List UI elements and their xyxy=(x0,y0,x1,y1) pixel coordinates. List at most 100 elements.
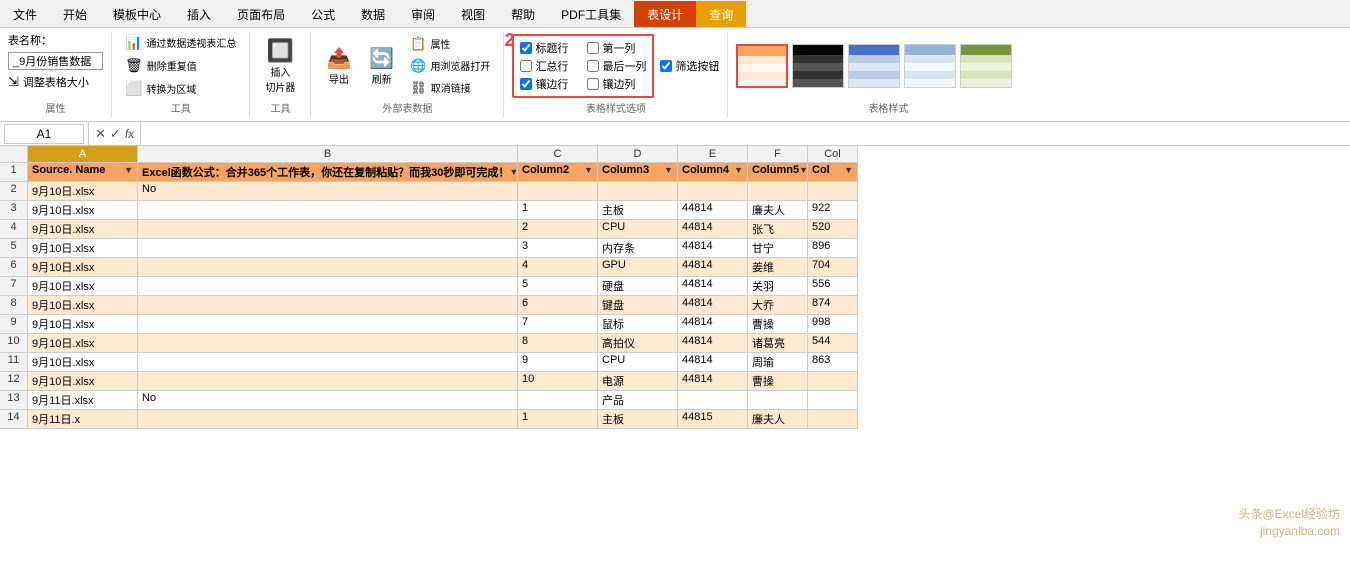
cell-G13[interactable] xyxy=(808,391,858,410)
cell-C7[interactable]: 5 xyxy=(518,277,598,296)
cell-F1[interactable]: Column5 ▼ xyxy=(748,163,808,182)
cell-B8[interactable] xyxy=(138,296,518,315)
tab-pdf[interactable]: PDF工具集 xyxy=(548,1,634,27)
filter-A1[interactable]: ▼ xyxy=(124,165,133,175)
remove-duplicates-btn[interactable]: 🗑 删除重复值 xyxy=(120,55,202,76)
cell-E13[interactable] xyxy=(678,391,748,410)
cell-D6[interactable]: GPU xyxy=(598,258,678,277)
pivot-table-btn[interactable]: 📊 通过数据透视表汇总 xyxy=(120,32,241,53)
cell-B7[interactable] xyxy=(138,277,518,296)
cell-C4[interactable]: 2 xyxy=(518,220,598,239)
cell-G1[interactable]: Col ▼ xyxy=(808,163,858,182)
cell-D1[interactable]: Column3 ▼ xyxy=(598,163,678,182)
cell-G4[interactable]: 520 xyxy=(808,220,858,239)
cancel-formula-icon[interactable]: ✕ xyxy=(95,126,106,142)
cell-G10[interactable]: 544 xyxy=(808,334,858,353)
insert-function-icon[interactable]: fx xyxy=(125,127,134,141)
row-num-5[interactable]: 5 xyxy=(0,239,28,258)
row-num-7[interactable]: 7 xyxy=(0,277,28,296)
cell-D4[interactable]: CPU xyxy=(598,220,678,239)
cell-D12[interactable]: 电源 xyxy=(598,372,678,391)
cell-D3[interactable]: 主板 xyxy=(598,201,678,220)
cell-G12[interactable] xyxy=(808,372,858,391)
row-num-14[interactable]: 14 xyxy=(0,410,28,429)
tab-query[interactable]: 查询 xyxy=(696,1,746,27)
style-swatch-green[interactable] xyxy=(960,44,1012,88)
cell-E4[interactable]: 44814 xyxy=(678,220,748,239)
cell-C2[interactable] xyxy=(518,182,598,201)
filter-G1[interactable]: ▼ xyxy=(844,165,853,175)
row-num-6[interactable]: 6 xyxy=(0,258,28,277)
style-swatch-orange[interactable] xyxy=(736,44,788,88)
first-col-checkbox[interactable] xyxy=(587,42,599,54)
row-num-8[interactable]: 8 xyxy=(0,296,28,315)
formula-input[interactable] xyxy=(141,125,1350,143)
cell-B3[interactable] xyxy=(138,201,518,220)
cell-G8[interactable]: 874 xyxy=(808,296,858,315)
col-header-B[interactable]: B xyxy=(138,146,518,163)
cell-F13[interactable] xyxy=(748,391,808,410)
cell-F14[interactable]: 廉夫人 xyxy=(748,410,808,429)
filter-E1[interactable]: ▼ xyxy=(734,165,743,175)
cell-E8[interactable]: 44814 xyxy=(678,296,748,315)
tab-formula[interactable]: 公式 xyxy=(298,1,348,27)
cell-D7[interactable]: 硬盘 xyxy=(598,277,678,296)
cell-B10[interactable] xyxy=(138,334,518,353)
tab-tabledesign[interactable]: 表设计 xyxy=(634,1,696,27)
row-num-4[interactable]: 4 xyxy=(0,220,28,239)
browser-open-btn[interactable]: 🌐 用浏览器打开 xyxy=(405,56,495,76)
cell-C10[interactable]: 8 xyxy=(518,334,598,353)
cell-G6[interactable]: 704 xyxy=(808,258,858,277)
tab-review[interactable]: 审阅 xyxy=(398,1,448,27)
cell-F8[interactable]: 大乔 xyxy=(748,296,808,315)
cell-C3[interactable]: 1 xyxy=(518,201,598,220)
cell-E12[interactable]: 44814 xyxy=(678,372,748,391)
cell-B13[interactable]: No xyxy=(138,391,518,410)
cell-A12[interactable]: 9月10日.xlsx xyxy=(28,372,138,391)
cell-G5[interactable]: 896 xyxy=(808,239,858,258)
cell-A6[interactable]: 9月10日.xlsx xyxy=(28,258,138,277)
style-swatch-dark[interactable] xyxy=(792,44,844,88)
cell-B12[interactable] xyxy=(138,372,518,391)
cell-G2[interactable] xyxy=(808,182,858,201)
cell-F12[interactable]: 曹操 xyxy=(748,372,808,391)
cell-A14[interactable]: 9月11日.x xyxy=(28,410,138,429)
col-header-G[interactable]: Col xyxy=(808,146,858,163)
banded-row-checkbox[interactable] xyxy=(520,78,532,90)
cancel-link-btn[interactable]: ⛓ 取消链接 xyxy=(405,78,495,98)
cell-F6[interactable]: 姜维 xyxy=(748,258,808,277)
col-header-F[interactable]: F xyxy=(748,146,808,163)
total-row-checkbox[interactable] xyxy=(520,60,532,72)
filter-btn-checkbox[interactable] xyxy=(660,60,672,72)
cell-F7[interactable]: 关羽 xyxy=(748,277,808,296)
tab-home[interactable]: 开始 xyxy=(50,1,100,27)
row-num-3[interactable]: 3 xyxy=(0,201,28,220)
cell-A1[interactable]: Source. Name ▼ xyxy=(28,163,138,182)
cell-F11[interactable]: 周瑜 xyxy=(748,353,808,372)
cell-A9[interactable]: 9月10日.xlsx xyxy=(28,315,138,334)
properties-btn[interactable]: 📋 属性 xyxy=(405,34,495,54)
cell-E1[interactable]: Column4 ▼ xyxy=(678,163,748,182)
tab-pagelayout[interactable]: 页面布局 xyxy=(224,1,298,27)
cell-F10[interactable]: 诸葛亮 xyxy=(748,334,808,353)
cell-B9[interactable] xyxy=(138,315,518,334)
style-swatch-blue[interactable] xyxy=(848,44,900,88)
col-header-D[interactable]: D xyxy=(598,146,678,163)
row-num-2[interactable]: 2 xyxy=(0,182,28,201)
cell-A8[interactable]: 9月10日.xlsx xyxy=(28,296,138,315)
row-num-11[interactable]: 11 xyxy=(0,353,28,372)
refresh-btn[interactable]: 🔄 刷新 xyxy=(362,43,401,89)
cell-G9[interactable]: 998 xyxy=(808,315,858,334)
tab-file[interactable]: 文件 xyxy=(0,1,50,27)
cell-C6[interactable]: 4 xyxy=(518,258,598,277)
cell-B6[interactable] xyxy=(138,258,518,277)
row-num-1[interactable]: 1 xyxy=(0,163,28,182)
export-btn[interactable]: 📤 导出 xyxy=(319,43,358,89)
tab-view[interactable]: 视图 xyxy=(448,1,498,27)
banded-col-checkbox[interactable] xyxy=(587,78,599,90)
cell-C13[interactable] xyxy=(518,391,598,410)
cell-E14[interactable]: 44815 xyxy=(678,410,748,429)
cell-D2[interactable] xyxy=(598,182,678,201)
cell-A7[interactable]: 9月10日.xlsx xyxy=(28,277,138,296)
cell-C1[interactable]: Column2 ▼ xyxy=(518,163,598,182)
